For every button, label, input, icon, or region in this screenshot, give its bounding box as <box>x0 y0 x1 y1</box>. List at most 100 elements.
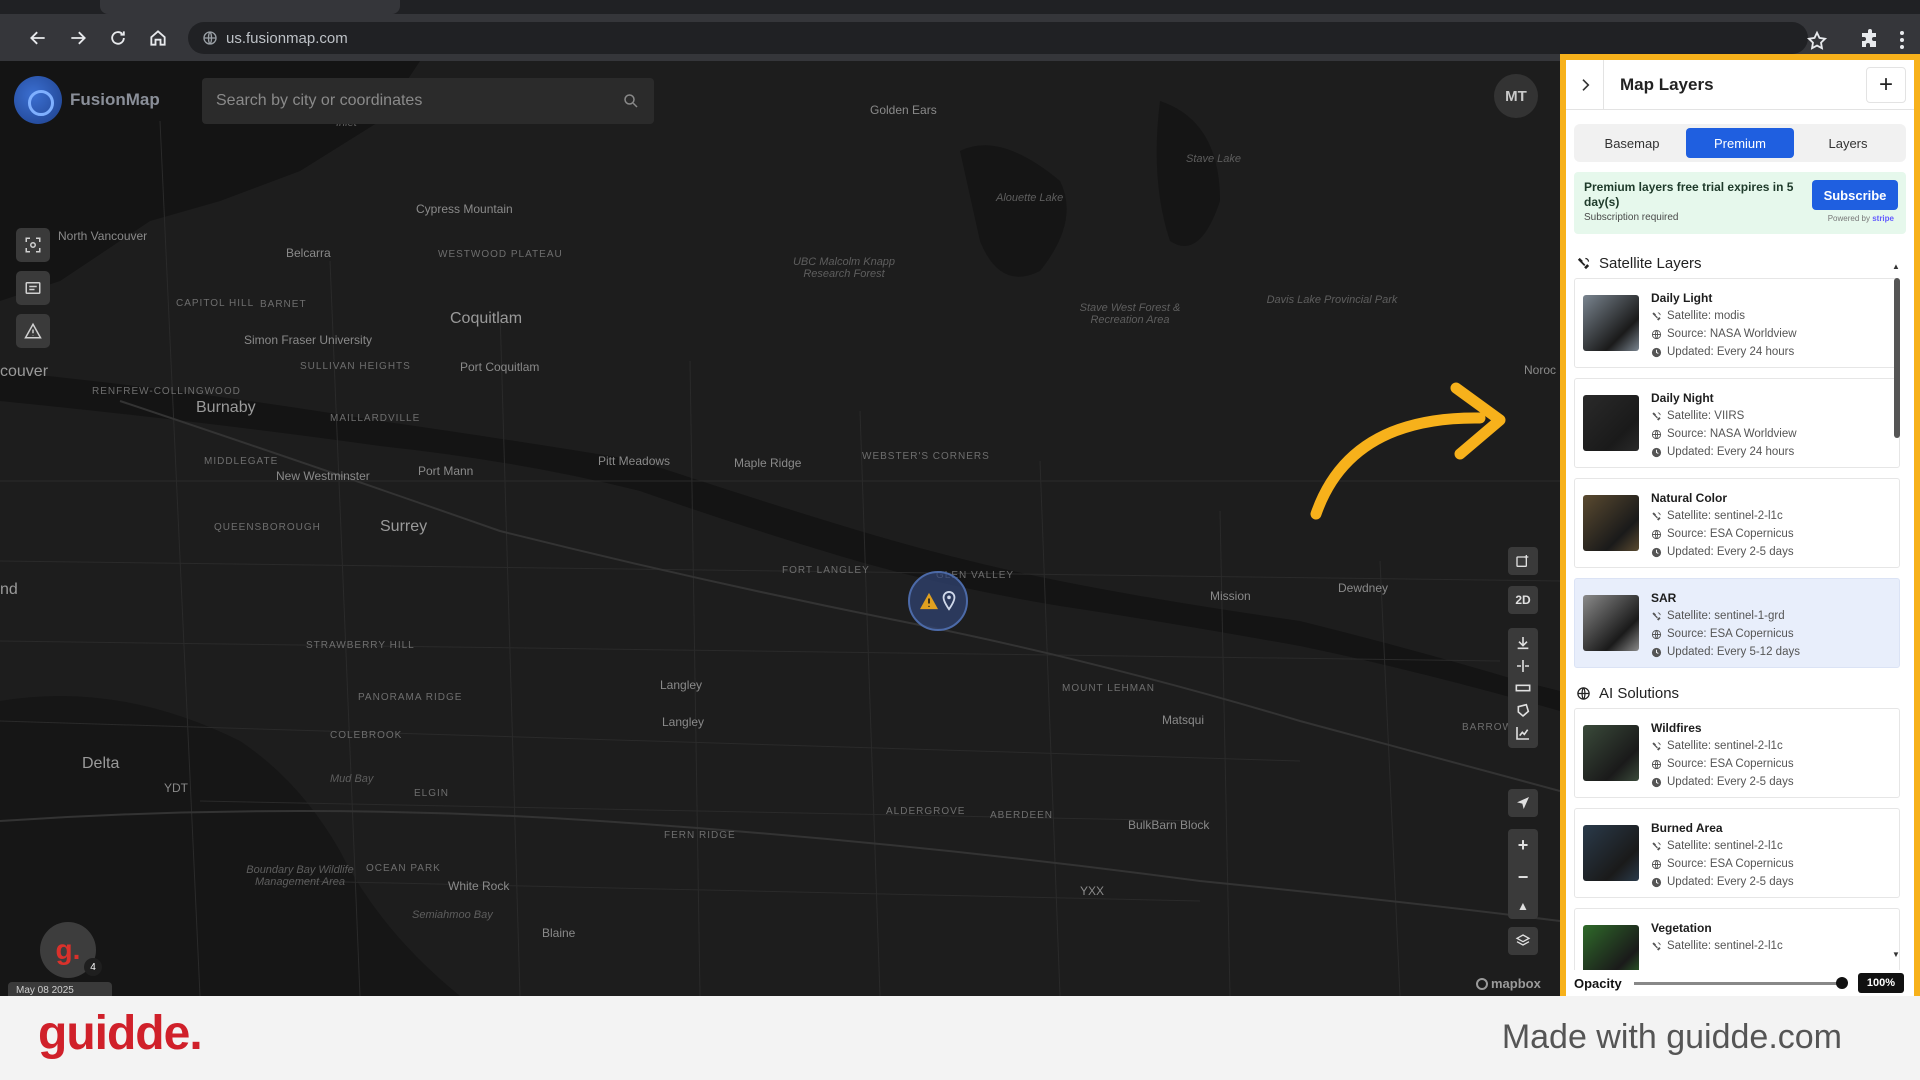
browser-tab[interactable] <box>100 0 400 14</box>
highlight-arrow-icon <box>1310 382 1506 520</box>
site-info-icon[interactable] <box>202 30 218 46</box>
layer-card[interactable]: Wildfires Satellite: sentinel-2-l1c Source… <box>1574 708 1900 798</box>
layer-source: Source: ESA Copernicus <box>1667 628 1794 640</box>
view-mode-toggle[interactable]: 2D <box>1508 586 1538 614</box>
map-place-label: Dewdney <box>1338 581 1389 595</box>
layer-thumbnail <box>1583 495 1639 551</box>
date-chip[interactable]: May 08 2025 <box>8 982 112 996</box>
add-layer-button[interactable]: + <box>1866 66 1906 103</box>
clock-icon <box>1651 647 1662 657</box>
layer-thumbnail <box>1583 825 1639 881</box>
draw-polygon-icon[interactable] <box>1515 702 1531 718</box>
panel-scrollbar[interactable] <box>1894 278 1900 438</box>
zoom-controls: + − ▲ <box>1508 829 1538 919</box>
map-place-label: Coquitlam <box>450 310 523 327</box>
alerts-button[interactable] <box>16 314 50 348</box>
layers-list[interactable]: Satellite Layers Daily Light Satellite: mo… <box>1566 248 1914 996</box>
search-box[interactable] <box>202 78 654 124</box>
globe-icon <box>1651 529 1662 539</box>
map-place-label: MIDDLEGATE <box>204 456 279 467</box>
trial-message: Premium layers free trial expires in 5 d… <box>1584 180 1794 209</box>
layer-card[interactable]: Daily Light Satellite: modis Source: NASA … <box>1574 278 1900 368</box>
map-canvas[interactable]: InletGolden EarsStave LakeNorth Vancouve… <box>0 61 1560 996</box>
clock-icon <box>1651 347 1662 357</box>
subscribe-button[interactable]: Subscribe <box>1812 180 1898 210</box>
extensions-puzzle-icon[interactable] <box>1858 28 1882 52</box>
map-place-label: Matsqui <box>1162 713 1205 727</box>
forward-button[interactable] <box>64 24 92 52</box>
layers-toggle-button[interactable] <box>1508 927 1538 955</box>
focus-target-button[interactable] <box>16 228 50 262</box>
opacity-slider-handle[interactable] <box>1836 977 1848 989</box>
layer-card[interactable]: Daily Night Satellite: VIIRS Source: NASA … <box>1574 378 1900 468</box>
layer-card[interactable]: SAR Satellite: sentinel-1-grd Source: ESA … <box>1574 578 1900 668</box>
home-button[interactable] <box>144 24 172 52</box>
warning-icon <box>24 322 42 339</box>
map-place-label: WESTWOOD PLATEAU <box>438 249 563 260</box>
panel-title: Map Layers <box>1620 74 1714 94</box>
opacity-slider-track[interactable] <box>1634 982 1844 985</box>
address-bar[interactable]: us.fusionmap.com <box>188 22 1808 54</box>
chart-icon[interactable] <box>1515 725 1531 741</box>
layer-thumbnail <box>1583 595 1639 651</box>
scroll-down-arrow-icon[interactable]: ▼ <box>1892 950 1900 959</box>
layer-card[interactable]: Burned Area Satellite: sentinel-2-l1c Sour… <box>1574 808 1900 898</box>
browser-menu-icon[interactable] <box>1893 28 1911 52</box>
map-place-label: Stave Lake <box>1186 153 1242 165</box>
guidde-footer: guidde. Made with guidde.com <box>0 996 1920 1080</box>
map-place-label: COLEBROOK <box>330 730 403 741</box>
search-icon[interactable] <box>622 92 640 110</box>
layer-thumbnail <box>1583 395 1639 451</box>
locate-me-button[interactable] <box>1508 789 1538 817</box>
zoom-out-icon[interactable]: − <box>1518 867 1529 888</box>
map-place-label: CAPITOL HILL <box>176 298 255 309</box>
mapbox-label: mapbox <box>1491 976 1541 991</box>
map-layers-panel: Map Layers + Basemap Premium Layers Premiu… <box>1566 60 1914 996</box>
map-place-label: Belcarra <box>286 246 331 260</box>
scroll-up-arrow-icon[interactable]: ▲ <box>1892 262 1900 271</box>
tab-basemap[interactable]: Basemap <box>1578 128 1686 158</box>
map-place-label: nd <box>0 581 18 598</box>
section-title: Satellite Layers <box>1599 254 1702 272</box>
satellite-icon <box>1577 257 1590 269</box>
layer-updated: Updated: Every 2-5 days <box>1667 776 1794 788</box>
layer-source: Source: NASA Worldview <box>1667 428 1797 440</box>
map-place-label: BulkBarn Block <box>1128 818 1210 832</box>
layer-info: Wildfires Satellite: sentinel-2-l1c Source… <box>1651 719 1794 788</box>
bookmark-star-icon[interactable] <box>1806 30 1828 52</box>
event-cluster-marker[interactable] <box>908 571 968 631</box>
layer-updated: Updated: Every 24 hours <box>1667 346 1795 358</box>
compass-icon[interactable]: ▲ <box>1517 899 1529 913</box>
map-place-label: Burnaby <box>196 399 256 416</box>
guidde-count-badge: 4 <box>84 958 102 976</box>
layer-info: Daily Night Satellite: VIIRS Source: NASA … <box>1651 389 1797 458</box>
satellite-icon <box>1652 511 1661 521</box>
magic-edit-button[interactable] <box>1508 547 1538 575</box>
tab-layers[interactable]: Layers <box>1794 128 1902 158</box>
zoom-in-icon[interactable]: + <box>1518 835 1529 856</box>
satellite-icon <box>1652 611 1661 621</box>
fusionmap-logo[interactable]: FusionMap <box>14 76 160 124</box>
layer-card[interactable]: Natural Color Satellite: sentinel-2-l1c So… <box>1574 478 1900 568</box>
map-place-label: Alouette Lake <box>996 192 1064 204</box>
navigation-arrow-icon <box>1517 797 1529 809</box>
back-button[interactable] <box>24 24 52 52</box>
search-input[interactable] <box>216 92 622 110</box>
mapbox-attribution[interactable]: mapbox <box>1476 976 1541 991</box>
notes-button[interactable] <box>16 271 50 305</box>
ruler-icon[interactable] <box>1515 680 1531 696</box>
reload-button[interactable] <box>104 24 132 52</box>
split-view-icon[interactable] <box>1515 658 1531 674</box>
map-place-label: Golden Ears <box>870 103 937 117</box>
layer-thumbnail <box>1583 295 1639 351</box>
layer-source: Source: ESA Copernicus <box>1667 528 1794 540</box>
collapse-panel-button[interactable] <box>1566 60 1604 110</box>
globe-icon <box>1651 759 1662 769</box>
map-place-label: BARNET <box>260 299 307 310</box>
satellite-icon <box>1652 941 1661 951</box>
clock-icon <box>1651 877 1662 887</box>
user-avatar[interactable]: MT <box>1494 74 1538 118</box>
globe-icon <box>1651 329 1662 339</box>
download-icon[interactable] <box>1515 635 1531 651</box>
tab-premium[interactable]: Premium <box>1686 128 1794 158</box>
